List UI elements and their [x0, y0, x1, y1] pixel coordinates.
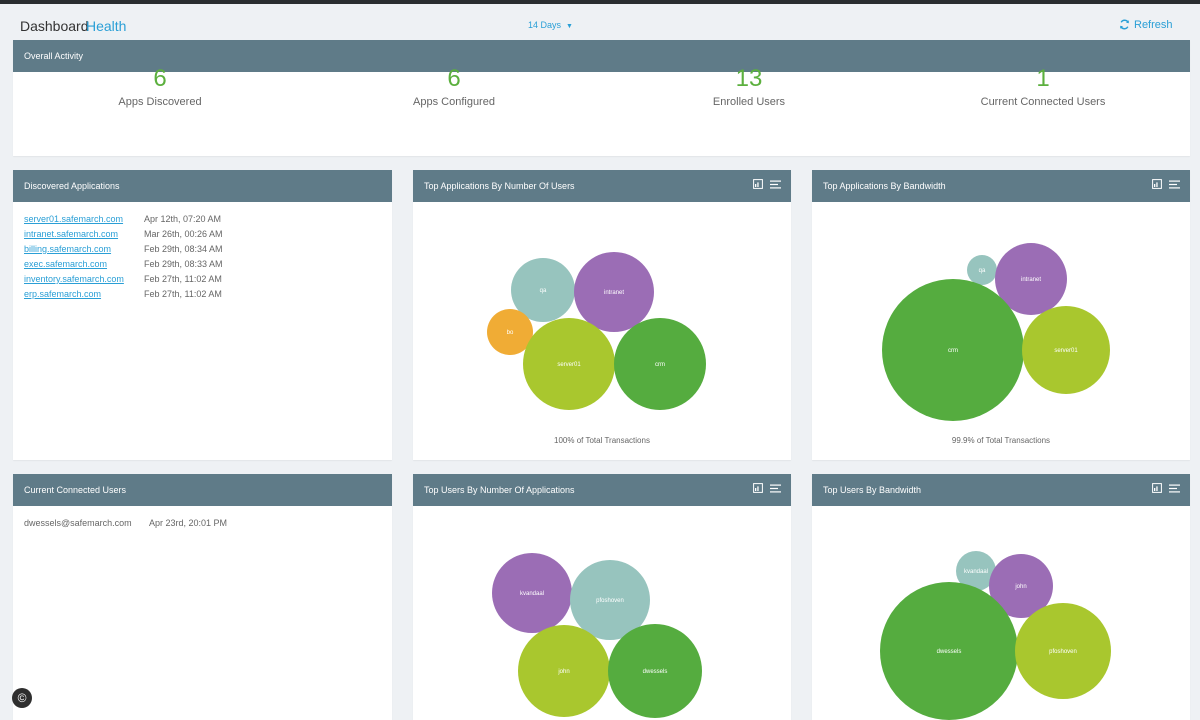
stat-value: 6 [153, 65, 167, 92]
app-date: Feb 29th, 08:34 AM [144, 244, 223, 254]
app-date: Feb 27th, 11:02 AM [144, 274, 222, 284]
bubble-dwessels[interactable]: dwessels [880, 582, 1018, 720]
svg-text:dwessels: dwessels [643, 669, 668, 675]
app-date: Apr 12th, 07:20 AM [144, 214, 222, 224]
discovered-applications-panel: Discovered Applications server01.safemar… [13, 170, 392, 460]
svg-text:intranet: intranet [604, 290, 624, 296]
panel-title: Discovered Applications [24, 181, 120, 191]
user-date: Apr 23rd, 20:01 PM [149, 518, 228, 528]
stat-label: Apps Configured [413, 96, 495, 108]
stat-value: 6 [447, 65, 461, 92]
svg-text:kvandaal: kvandaal [964, 569, 988, 575]
bubble-crm[interactable]: crm [882, 279, 1024, 421]
bubble-qa[interactable]: qa [967, 255, 997, 285]
stat-label: Enrolled Users [712, 96, 786, 108]
svg-text:qa: qa [979, 268, 986, 274]
page-title: Dashboard [20, 18, 89, 34]
svg-text:crm: crm [948, 348, 958, 354]
current-connected-users-panel: Current Connected Users dwessels@safemar… [13, 474, 392, 720]
stat-enrolled-users: 13 Enrolled Users [619, 64, 879, 108]
refresh-label: Refresh [1134, 19, 1173, 31]
stat-value: 13 [735, 65, 763, 92]
app-link[interactable]: inventory.safemarch.com [24, 274, 124, 284]
stat-value: 1 [1036, 65, 1050, 92]
caret-down-icon: ▼ [566, 23, 573, 30]
svg-text:crm: crm [655, 362, 665, 368]
bubble-crm[interactable]: crm [614, 318, 706, 410]
svg-text:qa: qa [540, 288, 547, 294]
app-link[interactable]: server01.safemarch.com [24, 214, 123, 224]
stat-apps-configured: 6 Apps Configured [324, 64, 584, 108]
app-link[interactable]: erp.safemarch.com [24, 289, 101, 299]
copyright-icon: © [12, 688, 32, 708]
app-date: Feb 27th, 11:02 AM [144, 289, 222, 299]
svg-text:john: john [1014, 584, 1026, 590]
date-range-label: 14 Days [528, 20, 562, 30]
svg-text:dwessels: dwessels [937, 649, 962, 655]
app-date: Mar 26th, 00:26 AM [144, 229, 223, 239]
top-users-by-bandwidth-panel: Top Users By Bandwidth kvandaal john dwe… [812, 474, 1190, 720]
top-apps-by-bandwidth-panel: Top Applications By Bandwidth qa intrane… [812, 170, 1190, 460]
bubble-pfoshoven[interactable]: pfoshoven [1015, 603, 1111, 699]
panel-title: Overall Activity [24, 51, 84, 61]
refresh-icon [1120, 19, 1129, 30]
bubble-chart: qa intranet bo server01 crm [487, 252, 706, 410]
app-date: Feb 29th, 08:33 AM [144, 259, 223, 269]
date-range-dropdown[interactable]: 14 Days ▼ [528, 20, 573, 30]
bubble-chart: kvandaal john dwessels pfoshoven [880, 551, 1111, 720]
bubble-server01[interactable]: server01 [523, 318, 615, 410]
panel-title: Current Connected Users [24, 485, 127, 495]
refresh-button[interactable]: Refresh [1119, 19, 1173, 31]
discovered-applications-header: Discovered Applications [13, 170, 392, 202]
list-item: dwessels@safemarch.com Apr 23rd, 20:01 PM [24, 518, 227, 528]
stat-apps-discovered: 6 Apps Discovered [30, 64, 290, 108]
svg-text:server01: server01 [557, 362, 581, 368]
svg-text:intranet: intranet [1021, 277, 1041, 283]
bubble-john[interactable]: john [518, 625, 610, 717]
top-apps-by-users-panel: Top Applications By Number Of Users qa i… [413, 170, 791, 460]
overall-activity-panel: Overall Activity 6 Apps Discovered 6 App… [13, 40, 1190, 156]
svg-text:server01: server01 [1054, 348, 1078, 354]
bubble-dwessels[interactable]: dwessels [608, 624, 702, 718]
svg-text:kvandaal: kvandaal [520, 591, 544, 597]
chart-caption: 99.9% of Total Transactions [951, 436, 1051, 445]
svg-text:pfoshoven: pfoshoven [1049, 649, 1077, 655]
app-link[interactable]: exec.safemarch.com [24, 259, 107, 269]
page-header: Dashboard Health 14 Days ▼ Refresh [0, 4, 1200, 42]
app-link[interactable]: intranet.safemarch.com [24, 229, 118, 239]
svg-text:pfoshoven: pfoshoven [596, 598, 624, 604]
top-users-by-apps-panel: Top Users By Number Of Applications kvan… [413, 474, 791, 720]
current-connected-users-header: Current Connected Users [13, 474, 392, 506]
chart-caption: 100% of Total Transactions [554, 436, 650, 445]
bubble-server01[interactable]: server01 [1022, 306, 1110, 394]
bubble-intranet[interactable]: intranet [574, 252, 654, 332]
stat-label: Apps Discovered [118, 96, 202, 108]
svg-text:bo: bo [507, 330, 514, 336]
stat-current-connected-users: 1 Current Connected Users [913, 64, 1173, 108]
bubble-kvandaal[interactable]: kvandaal [492, 553, 572, 633]
stat-label: Current Connected Users [980, 96, 1106, 108]
user-email: dwessels@safemarch.com [24, 518, 132, 528]
page-subtitle-health[interactable]: Health [86, 18, 126, 34]
bubble-chart: qa intranet crm server01 [882, 243, 1110, 421]
svg-text:john: john [557, 669, 569, 675]
app-link[interactable]: billing.safemarch.com [24, 244, 111, 254]
bubble-chart: kvandaal pfoshoven john dwessels [492, 553, 702, 718]
